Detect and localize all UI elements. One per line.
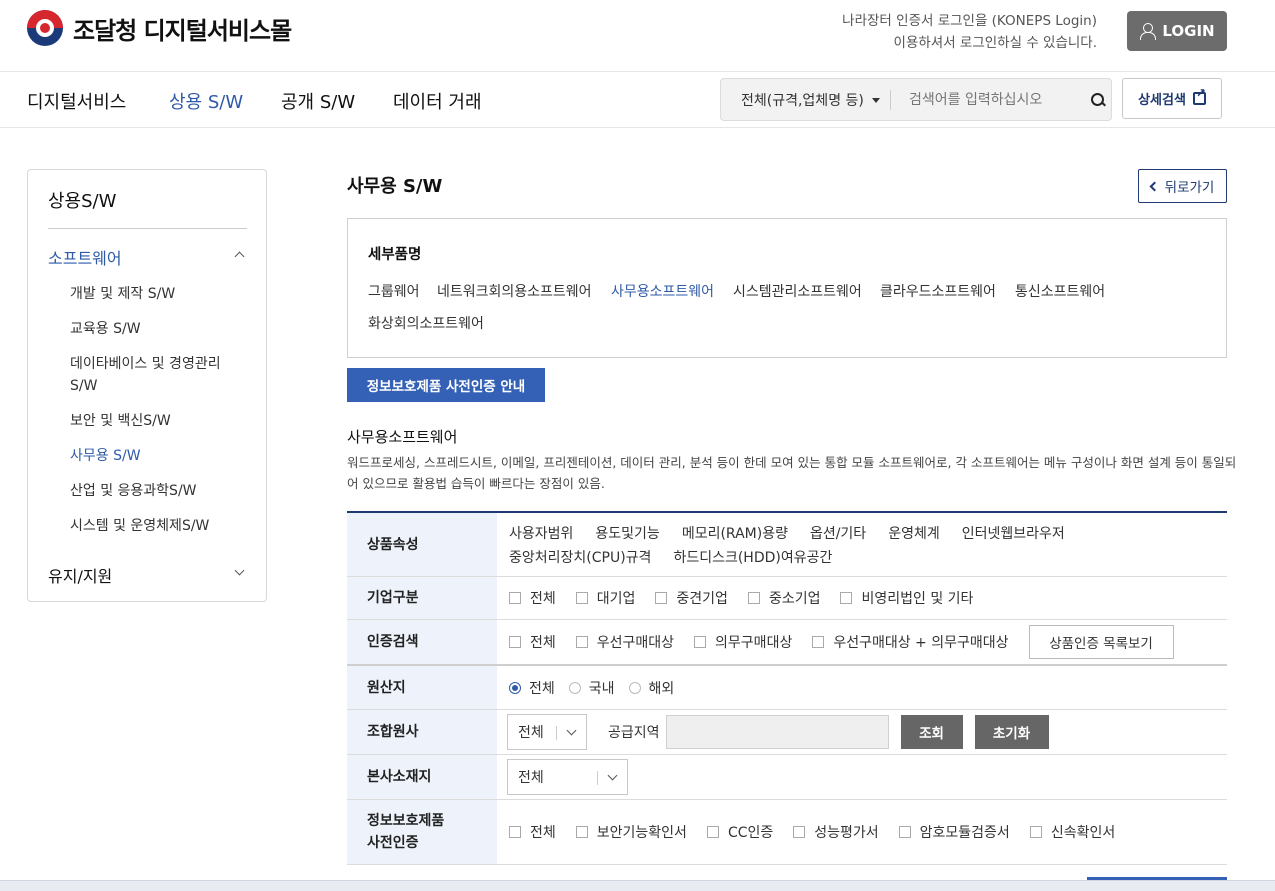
company-checkbox[interactable]: 전체 [509,588,556,608]
attr-tag[interactable]: 하드디스크(HDD)여유공간 [673,547,832,567]
sidebar-item-office[interactable]: 사무용 S/W [70,445,250,467]
chevron-down-icon [607,770,618,781]
company-checkbox[interactable]: 비영리법인 및 기타 [840,588,973,608]
search-input[interactable] [891,79,1084,120]
nav-digital-service[interactable]: 디지털서비스 [27,88,126,114]
nav-commercial-sw[interactable]: 상용 S/W [169,88,243,114]
security-cert-checkbox[interactable]: CC인증 [706,822,773,842]
detail-item-network-meeting[interactable]: 네트워크회의용소프트웨어 [437,281,592,301]
detail-item-video-conf[interactable]: 화상회의소프트웨어 [368,313,484,333]
filter-label: 조합원사 [347,710,497,754]
chevron-down-icon [566,725,577,736]
user-icon [1139,23,1157,40]
filter-label: 원산지 [347,666,497,709]
attr-tag[interactable]: 용도및기능 [595,523,659,543]
origin-radio[interactable]: 국내 [568,678,615,698]
cert-checkbox[interactable]: 의무구매대상 [694,632,792,652]
caret-down-icon [872,98,881,103]
sidebar-group-maintenance[interactable]: 유지/지원 [48,563,112,587]
sidebar-item-system[interactable]: 시스템 및 운영체제S/W [70,515,250,537]
filter-row-security-cert: 정보보호제품 사전인증 전체 보안기능확인서 CC인증 성능평가서 암호모듈검증… [347,800,1227,865]
sidebar-item-database[interactable]: 데이타베이스 및 경영관리 S/W [70,353,250,397]
attr-tag[interactable]: 옵션/기타 [810,523,866,543]
detail-item-groupware[interactable]: 그룹웨어 [368,281,420,301]
bottom-strip [0,880,1275,891]
reset-button[interactable]: 초기화 [974,715,1049,749]
filter-row-attributes: 상품속성 사용자범위 용도및기능 메모리(RAM)용량 옵션/기타 운영체계 인… [347,513,1227,577]
filter-row-hq: 본사소재지 전체 [347,755,1227,800]
filter-label: 인증검색 [347,620,497,664]
login-note: 나라장터 인증서 로그인을 (KONEPS Login) 이용하셔서 로그인하실… [842,13,1097,51]
union-select[interactable]: 전체 [507,714,587,750]
filter-label: 기업구분 [347,577,497,619]
description-text: 워드프로세싱, 스프레드시트, 이메일, 프리젠테이션, 데이터 관리, 분석 … [347,455,1237,491]
main-nav: 디지털서비스 상용 S/W 공개 S/W 데이터 거래 전체(규격,업체명 등)… [0,72,1275,128]
chevron-up-icon[interactable] [234,251,245,262]
search-scope-select[interactable]: 전체(규격,업체명 등) [721,79,890,120]
cert-checkbox[interactable]: 우선구매대상 [575,632,674,652]
attr-tag[interactable]: 메모리(RAM)용량 [682,523,788,543]
detail-search-button[interactable]: 상세검색 [1122,78,1222,119]
nav-open-sw[interactable]: 공개 S/W [281,88,355,114]
filter-row-cert: 인증검색 전체 우선구매대상 의무구매대상 우선구매대상 + 의무구매대상 상품… [347,620,1227,666]
security-cert-checkbox[interactable]: 암호모듈검증서 [898,822,1010,842]
security-cert-checkbox[interactable]: 보안기능확인서 [575,822,687,842]
filter-label: 본사소재지 [347,755,497,799]
filter-row-company: 기업구분 전체 대기업 중견기업 중소기업 비영리법인 및 기타 [347,577,1227,620]
attr-tag[interactable]: 운영체계 [888,523,940,543]
cert-list-button[interactable]: 상품인증 목록보기 [1028,625,1174,659]
detail-item-system-mgmt[interactable]: 시스템관리소프트웨어 [733,281,862,301]
site-logo[interactable]: 조달청 디지털서비스몰 [27,10,292,46]
company-checkbox[interactable]: 중견기업 [655,588,728,608]
sidebar-title: 상용S/W [48,191,117,212]
security-cert-checkbox[interactable]: 전체 [509,822,556,842]
sidebar-item-dev[interactable]: 개발 및 제작 S/W [70,283,250,305]
search-icon[interactable] [1083,85,1111,115]
taegeuk-logo-icon [27,10,63,46]
nav-data-trade[interactable]: 데이터 거래 [393,88,482,114]
detail-heading: 세부품명 [368,247,422,263]
top-header: 조달청 디지털서비스몰 나라장터 인증서 로그인을 (KONEPS Login)… [0,0,1275,72]
sidebar-item-edu[interactable]: 교육용 S/W [70,318,250,340]
chevron-left-icon [1149,181,1160,191]
origin-radio[interactable]: 전체 [509,678,555,698]
filter-row-union: 조합원사 전체 공급지역 조회 초기화 [347,710,1227,755]
detail-item-office[interactable]: 사무용소프트웨어 [611,281,714,301]
attr-tag[interactable]: 사용자범위 [509,523,573,543]
search-button[interactable]: 조회 [900,715,963,749]
filter-table: 상품속성 사용자범위 용도및기능 메모리(RAM)용량 옵션/기타 운영체계 인… [347,511,1227,865]
cert-checkbox[interactable]: 전체 [509,632,556,652]
company-checkbox[interactable]: 대기업 [575,588,635,608]
security-cert-checkbox[interactable]: 신속확인서 [1029,822,1115,842]
chevron-down-icon[interactable] [234,565,245,576]
login-button[interactable]: LOGIN [1127,11,1227,51]
description-title: 사무용소프트웨어 [347,428,458,446]
cert-guide-button[interactable]: 정보보호제품 사전인증 안내 [347,368,545,402]
origin-radio[interactable]: 해외 [628,678,674,698]
filter-label: 상품속성 [347,513,497,576]
company-checkbox[interactable]: 중소기업 [747,588,820,608]
divider [48,228,247,229]
detail-item-cloud[interactable]: 클라우드소프트웨어 [880,281,996,301]
sidebar-item-security[interactable]: 보안 및 백신S/W [70,410,250,432]
security-cert-checkbox[interactable]: 성능평가서 [793,822,879,842]
search-box: 전체(규격,업체명 등) [720,78,1112,121]
external-link-icon [1192,86,1206,105]
cert-checkbox[interactable]: 우선구매대상 + 의무구매대상 [812,632,1009,652]
back-button[interactable]: 뒤로가기 [1138,169,1227,203]
detail-item-communication[interactable]: 통신소프트웨어 [1015,281,1105,301]
hq-select[interactable]: 전체 [507,759,628,795]
attr-tag[interactable]: 중앙처리장치(CPU)규격 [509,547,651,567]
sidebar-item-industry[interactable]: 산업 및 응용과학S/W [70,480,250,502]
logo-text: 조달청 디지털서비스몰 [73,16,292,45]
supply-region-input[interactable] [665,715,889,749]
sidebar: 상용S/W 소프트웨어 개발 및 제작 S/W 교육용 S/W 데이타베이스 및… [27,169,267,602]
attr-tag[interactable]: 인터넷웹브라우저 [962,523,1065,543]
sidebar-group-software[interactable]: 소프트웨어 [48,245,122,269]
page-title: 사무용 S/W [347,176,443,197]
detail-category-box: 세부품명 그룹웨어 네트워크회의용소프트웨어 사무용소프트웨어 시스템관리소프트… [347,218,1227,358]
supply-region-label: 공급지역 [608,725,660,741]
filter-row-origin: 원산지 전체 국내 해외 [347,666,1227,710]
filter-label: 정보보호제품 사전인증 [347,800,497,864]
